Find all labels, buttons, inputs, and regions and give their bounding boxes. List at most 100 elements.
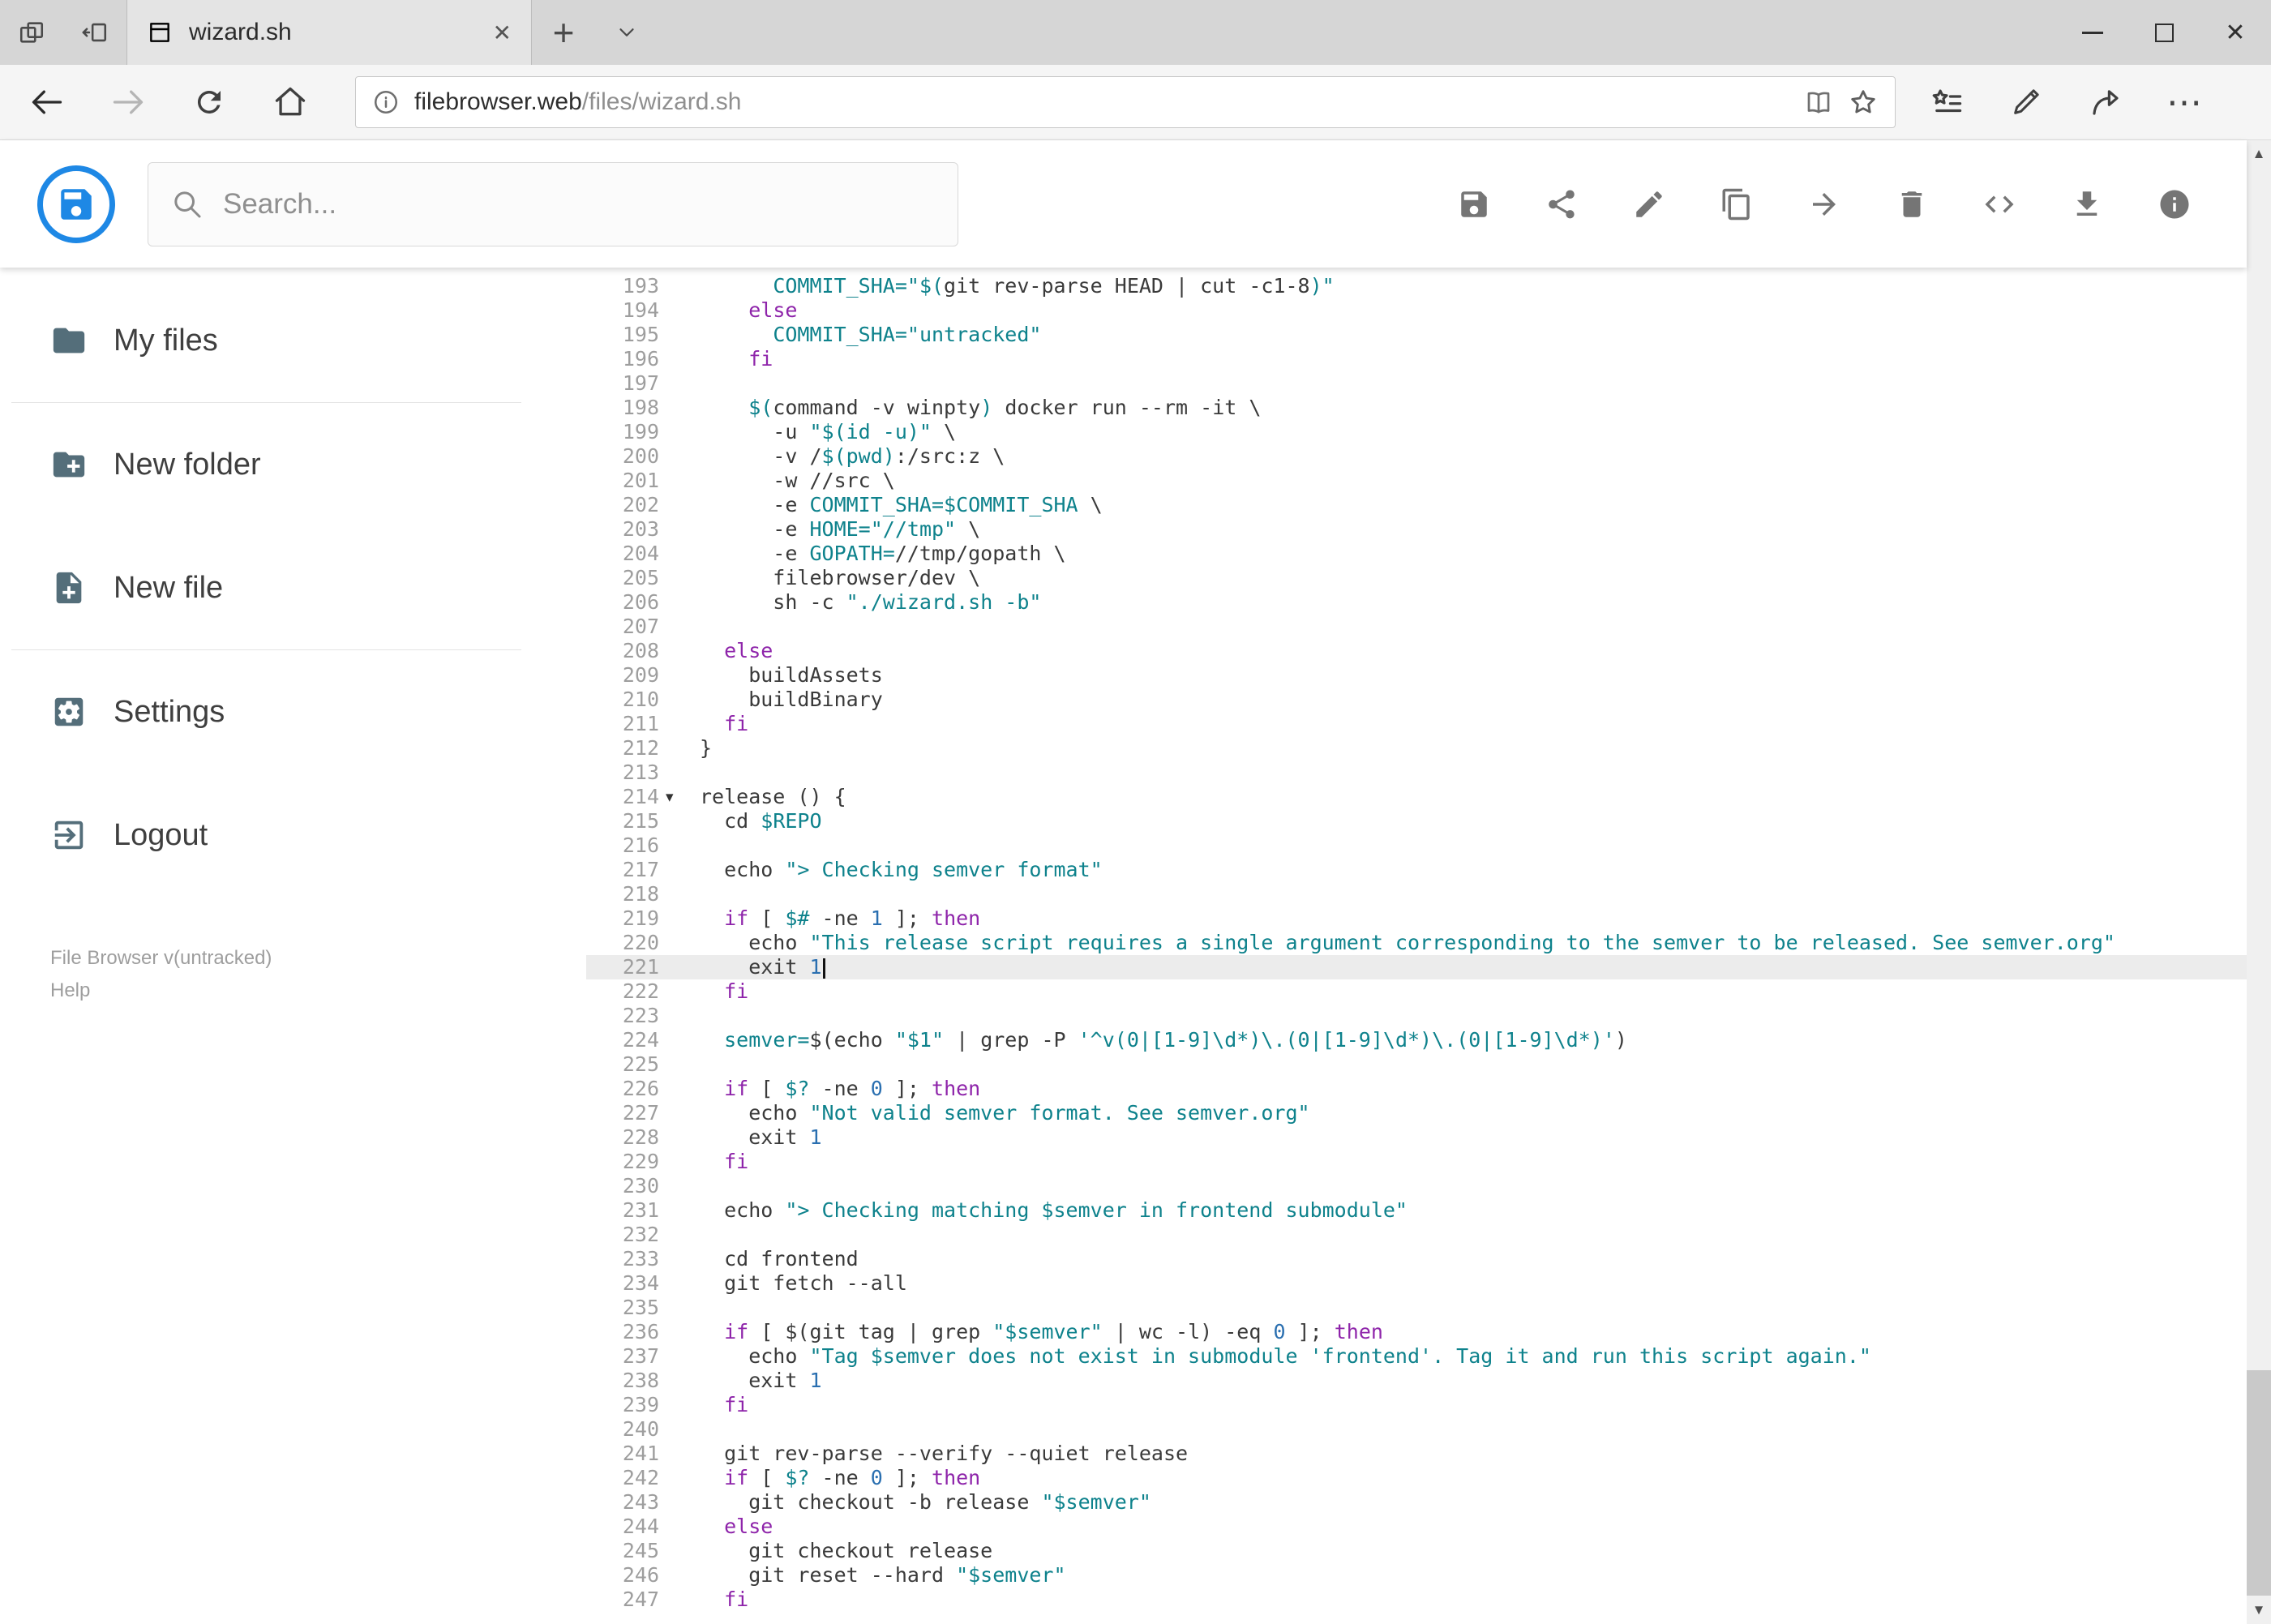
- code-line[interactable]: 221 exit 1: [586, 955, 2247, 979]
- home-button[interactable]: [250, 65, 331, 140]
- back-button[interactable]: [6, 65, 88, 140]
- copy-button[interactable]: [1703, 171, 1770, 238]
- code-line[interactable]: 214 ▾ release () {: [586, 785, 2247, 809]
- share-button-browser[interactable]: [2066, 65, 2145, 140]
- scroll-up-arrow[interactable]: ▲: [2247, 140, 2271, 168]
- code-line[interactable]: 245 git checkout release: [586, 1539, 2247, 1563]
- reading-view-button[interactable]: [1804, 88, 1833, 117]
- scrollbar[interactable]: ▲ ▼: [2247, 140, 2271, 1624]
- code-line[interactable]: 231 echo "> Checking matching $semver in…: [586, 1198, 2247, 1223]
- code-line[interactable]: 236 if [ $(git tag | grep "$semver" | wc…: [586, 1320, 2247, 1344]
- source-button[interactable]: [1966, 171, 2033, 238]
- code-line[interactable]: 197: [586, 371, 2247, 396]
- tab-preview-toggle[interactable]: [595, 0, 658, 65]
- code-line[interactable]: 209 buildAssets: [586, 663, 2247, 688]
- code-line[interactable]: 217 echo "> Checking semver format": [586, 858, 2247, 882]
- info-button[interactable]: [2141, 171, 2208, 238]
- move-button[interactable]: [1791, 171, 1858, 238]
- code-line[interactable]: 244 else: [586, 1515, 2247, 1539]
- code-line[interactable]: 220 echo "This release script requires a…: [586, 931, 2247, 955]
- download-button[interactable]: [2054, 171, 2120, 238]
- sidebar-item-new-file[interactable]: New file: [0, 526, 586, 649]
- save-button[interactable]: [1441, 171, 1507, 238]
- code-line[interactable]: 208 else: [586, 639, 2247, 663]
- maximize-button[interactable]: [2128, 0, 2200, 65]
- code-line[interactable]: 195 COMMIT_SHA="untracked": [586, 323, 2247, 347]
- code-line[interactable]: 204 -e GOPATH=//tmp/gopath \: [586, 542, 2247, 566]
- code-line[interactable]: 227 echo "Not valid semver format. See s…: [586, 1101, 2247, 1125]
- browser-tab-active[interactable]: wizard.sh ✕: [126, 0, 532, 65]
- code-line[interactable]: 199 -u "$(id -u)" \: [586, 420, 2247, 444]
- code-line[interactable]: 226 if [ $? -ne 0 ]; then: [586, 1077, 2247, 1101]
- code-line[interactable]: 238 exit 1: [586, 1369, 2247, 1393]
- code-line[interactable]: 223: [586, 1004, 2247, 1028]
- code-line[interactable]: 225: [586, 1052, 2247, 1077]
- code-line[interactable]: 200 -v /$(pwd):/src:z \: [586, 444, 2247, 469]
- code-line[interactable]: 198 $(command -v winpty) docker run --rm…: [586, 396, 2247, 420]
- web-notes-button[interactable]: [1986, 65, 2066, 140]
- code-line[interactable]: 246 git reset --hard "$semver": [586, 1563, 2247, 1588]
- code-line[interactable]: 228 exit 1: [586, 1125, 2247, 1150]
- close-window-button[interactable]: ✕: [2200, 0, 2271, 65]
- code-line[interactable]: 222 fi: [586, 979, 2247, 1004]
- code-line[interactable]: 203 -e HOME="//tmp" \: [586, 517, 2247, 542]
- add-favorite-star-button[interactable]: [1848, 87, 1879, 118]
- code-line[interactable]: 216: [586, 833, 2247, 858]
- code-line[interactable]: 243 git checkout -b release "$semver": [586, 1490, 2247, 1515]
- code-line[interactable]: 229 fi: [586, 1150, 2247, 1174]
- tabs-set-aside-list-button[interactable]: [0, 0, 63, 65]
- scrollbar-thumb[interactable]: [2247, 1370, 2271, 1596]
- site-info-icon[interactable]: [372, 88, 400, 116]
- code-line[interactable]: 232: [586, 1223, 2247, 1247]
- set-tabs-aside-button[interactable]: [63, 0, 126, 65]
- code-line[interactable]: 207: [586, 615, 2247, 639]
- code-line[interactable]: 212}: [586, 736, 2247, 761]
- fold-marker-icon[interactable]: ▾: [659, 785, 700, 809]
- sidebar-item-my-files[interactable]: My files: [0, 279, 586, 402]
- code-line[interactable]: 194 else: [586, 298, 2247, 323]
- sidebar-item-logout[interactable]: Logout: [0, 773, 586, 897]
- search-input[interactable]: [223, 187, 935, 221]
- code-line[interactable]: 202 -e COMMIT_SHA=$COMMIT_SHA \: [586, 493, 2247, 517]
- rename-button[interactable]: [1616, 171, 1682, 238]
- code-line[interactable]: 233 cd frontend: [586, 1247, 2247, 1271]
- minimize-button[interactable]: [2057, 0, 2128, 65]
- sidebar-item-settings[interactable]: Settings: [0, 650, 586, 773]
- code-line[interactable]: 213: [586, 761, 2247, 785]
- help-link[interactable]: Help: [50, 975, 586, 1007]
- refresh-button[interactable]: [169, 65, 250, 140]
- code-line[interactable]: 242 if [ $? -ne 0 ]; then: [586, 1466, 2247, 1490]
- code-line[interactable]: 241 git rev-parse --verify --quiet relea…: [586, 1442, 2247, 1466]
- sidebar-item-new-folder[interactable]: New folder: [0, 403, 586, 526]
- search-box[interactable]: [148, 161, 958, 246]
- code-line[interactable]: 218: [586, 882, 2247, 906]
- code-line[interactable]: 205 filebrowser/dev \: [586, 566, 2247, 590]
- code-line[interactable]: 234 git fetch --all: [586, 1271, 2247, 1296]
- delete-button[interactable]: [1879, 171, 1945, 238]
- code-line[interactable]: 211 fi: [586, 712, 2247, 736]
- scroll-down-arrow[interactable]: ▼: [2247, 1596, 2271, 1624]
- forward-button[interactable]: [88, 65, 169, 140]
- code-line[interactable]: 247 fi: [586, 1588, 2247, 1612]
- code-line[interactable]: 224 semver=$(echo "$1" | grep -P '^v(0|[…: [586, 1028, 2247, 1052]
- address-bar[interactable]: filebrowser.web/files/wizard.sh: [355, 76, 1896, 128]
- url-text[interactable]: filebrowser.web/files/wizard.sh: [414, 88, 1789, 116]
- code-line[interactable]: 210 buildBinary: [586, 688, 2247, 712]
- more-options-button[interactable]: ⋯: [2145, 65, 2225, 140]
- code-line[interactable]: 235: [586, 1296, 2247, 1320]
- code-line[interactable]: 219 if [ $# -ne 1 ]; then: [586, 906, 2247, 931]
- share-button[interactable]: [1528, 171, 1595, 238]
- filebrowser-logo[interactable]: [37, 165, 115, 243]
- code-line[interactable]: 193 COMMIT_SHA="$(git rev-parse HEAD | c…: [586, 274, 2247, 298]
- code-line[interactable]: 201 -w //src \: [586, 469, 2247, 493]
- code-line[interactable]: 215 cd $REPO: [586, 809, 2247, 833]
- code-line[interactable]: 196 fi: [586, 347, 2247, 371]
- new-tab-button[interactable]: +: [532, 0, 595, 65]
- code-editor[interactable]: 193 COMMIT_SHA="$(git rev-parse HEAD | c…: [586, 268, 2247, 1624]
- tab-close-icon[interactable]: ✕: [493, 19, 512, 46]
- code-line[interactable]: 240: [586, 1417, 2247, 1442]
- code-line[interactable]: 230: [586, 1174, 2247, 1198]
- code-line[interactable]: 237 echo "Tag $semver does not exist in …: [586, 1344, 2247, 1369]
- code-line[interactable]: 206 sh -c "./wizard.sh -b": [586, 590, 2247, 615]
- hub-favorites-button[interactable]: [1907, 65, 1986, 140]
